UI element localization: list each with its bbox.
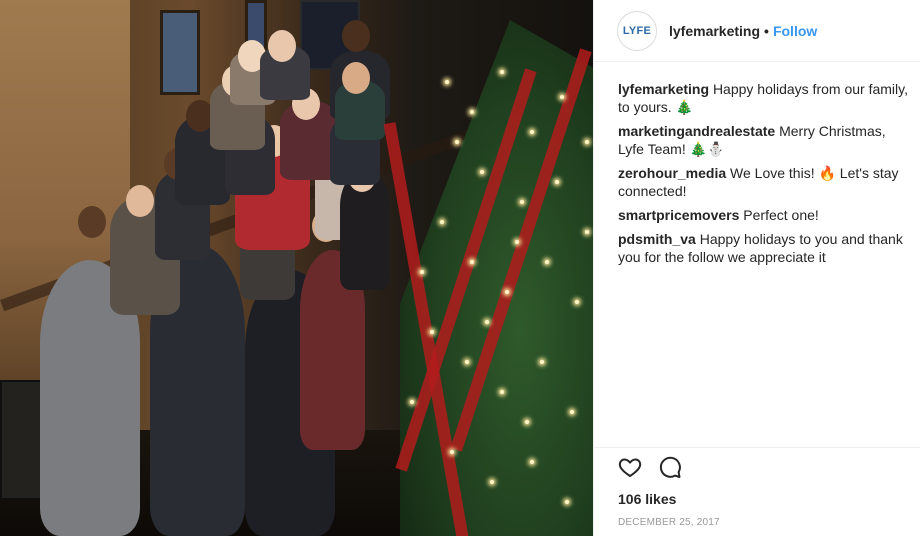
comment-username[interactable]: lyfemarketing xyxy=(618,81,709,97)
separator-dot: • xyxy=(764,22,769,39)
comment: zerohour_media We Love this! 🔥 Let's sta… xyxy=(618,164,908,200)
comment-icon[interactable] xyxy=(658,455,682,479)
comment-text: Perfect one! xyxy=(743,207,819,223)
comment-username[interactable]: marketingandrealestate xyxy=(618,123,775,139)
actions-divider xyxy=(594,447,920,448)
comment: smartpricemovers Perfect one! xyxy=(618,206,908,224)
comment: lyfemarketing Happy holidays from our fa… xyxy=(618,80,908,116)
follow-button[interactable]: Follow xyxy=(773,23,817,39)
likes-count[interactable]: 106 likes xyxy=(618,491,676,507)
comment: pdsmith_va Happy holidays to you and tha… xyxy=(618,230,908,266)
comment-username[interactable]: zerohour_media xyxy=(618,165,726,181)
post-actions xyxy=(618,455,682,479)
comment-list: lyfemarketing Happy holidays from our fa… xyxy=(594,62,920,266)
post-header: LYFE lyfemarketing • Follow xyxy=(594,0,920,62)
post-username[interactable]: lyfemarketing xyxy=(669,23,760,39)
comment: marketingandrealestate Merry Christmas, … xyxy=(618,122,908,158)
avatar-logo: LYFE xyxy=(622,24,652,37)
photo-people xyxy=(30,20,410,536)
comment-username[interactable]: pdsmith_va xyxy=(618,231,696,247)
post-sidebar: LYFE lyfemarketing • Follow lyfemarketin… xyxy=(593,0,920,536)
heart-icon[interactable] xyxy=(618,455,642,479)
post-photo[interactable] xyxy=(0,0,593,536)
post-date: DECEMBER 25, 2017 xyxy=(618,517,720,528)
comment-username[interactable]: smartpricemovers xyxy=(618,207,739,223)
avatar[interactable]: LYFE xyxy=(617,10,657,51)
